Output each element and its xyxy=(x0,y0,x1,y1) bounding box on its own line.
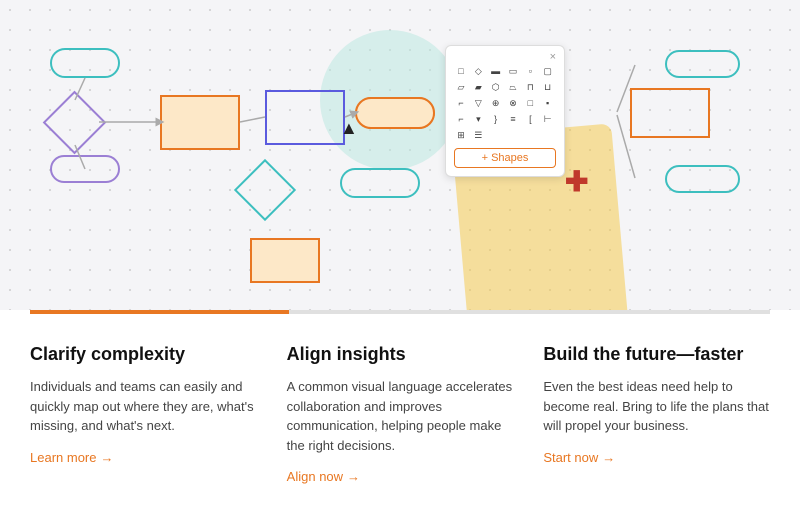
features-grid: Clarify complexity Individuals and teams… xyxy=(30,314,770,504)
feature-clarify-title: Clarify complexity xyxy=(30,344,257,365)
feature-build-link-arrow: → xyxy=(602,450,615,465)
feature-align-title: Align insights xyxy=(287,344,514,365)
shape-icon-circle-cross[interactable]: ⊕ xyxy=(489,96,503,110)
features-section: Clarify complexity Individuals and teams… xyxy=(0,314,800,504)
shape-icon-cyl2[interactable]: ⊔ xyxy=(541,80,555,94)
shape-top-left-pill xyxy=(50,48,120,78)
cursor-icon: ▲ xyxy=(340,118,358,139)
shape-teal-pill-right xyxy=(355,97,435,129)
shape-icon-l1[interactable]: ⌐ xyxy=(454,96,468,110)
shape-icon-tee[interactable]: ⊢ xyxy=(541,112,555,126)
shapes-button[interactable]: + Shapes xyxy=(454,148,556,168)
panel-close-button[interactable]: × xyxy=(550,51,556,63)
shape-icon-rect3[interactable]: ▫ xyxy=(523,64,537,78)
feature-clarify: Clarify complexity Individuals and teams… xyxy=(30,344,287,484)
progress-bar-container xyxy=(30,310,770,314)
feature-build-body: Even the best ideas need help to become … xyxy=(543,377,770,436)
feature-align-link-label: Align now xyxy=(287,469,343,484)
shape-icon-para2[interactable]: ▰ xyxy=(471,80,485,94)
shape-icon-list[interactable]: ☰ xyxy=(471,128,485,142)
feature-align: Align insights A common visual language … xyxy=(287,344,544,484)
shape-icon-circle-x[interactable]: ⊗ xyxy=(506,96,520,110)
feature-build-link-label: Start now xyxy=(543,450,598,465)
shape-icon-para1[interactable]: ▱ xyxy=(454,80,468,94)
shape-blue-rect xyxy=(265,90,345,145)
shape-icon-cyl[interactable]: ⊓ xyxy=(523,80,537,94)
shapes-icon-grid: □ ◇ ▬ ▭ ▫ ▢ ▱ ▰ ⬡ ⏢ ⊓ ⊔ ⌐ ▽ ⊕ ⊗ □ ▪ ⌐ ▾ … xyxy=(454,64,556,142)
feature-build-title: Build the future—faster xyxy=(543,344,770,365)
hero-section: ▲ ✚ × □ xyxy=(0,0,800,310)
feature-clarify-body: Individuals and teams can easily and qui… xyxy=(30,377,257,436)
shape-icon-rect1[interactable]: ▬ xyxy=(489,64,503,78)
shape-icon-sm1[interactable]: □ xyxy=(523,96,537,110)
shape-icon-trap[interactable]: ⏢ xyxy=(506,80,520,94)
progress-bar-fill xyxy=(30,310,289,314)
shape-icon-sm2[interactable]: ▪ xyxy=(541,96,555,110)
feature-align-link[interactable]: Align now → xyxy=(287,469,514,484)
shape-icon-brace[interactable]: } xyxy=(489,112,503,126)
shape-orange-rect xyxy=(160,95,240,150)
shape-icon-v[interactable]: ▽ xyxy=(471,96,485,110)
feature-align-link-arrow: → xyxy=(347,469,360,484)
shape-teal-pill-bottom-right xyxy=(665,165,740,193)
shape-teal-pill-center xyxy=(340,168,420,198)
shape-icon-grid[interactable]: ⊞ xyxy=(454,128,468,142)
shape-diamond-left xyxy=(43,91,107,155)
shapes-panel: × □ ◇ ▬ ▭ ▫ ▢ ▱ ▰ ⬡ ⏢ ⊓ ⊔ ⌐ ▽ ⊕ ⊗ □ ▪ ⌐ … xyxy=(445,45,565,177)
feature-clarify-link-arrow: → xyxy=(100,450,113,465)
shape-icon-rect4[interactable]: ▢ xyxy=(541,64,555,78)
orange-plus-icon: ✚ xyxy=(565,165,588,198)
shape-icon-square[interactable]: □ xyxy=(454,64,468,78)
feature-build-link[interactable]: Start now → xyxy=(543,450,770,465)
feature-clarify-link-label: Learn more xyxy=(30,450,96,465)
shape-bottom-left-pill xyxy=(50,155,120,183)
shape-teal-pill-top-right xyxy=(665,50,740,78)
shape-orange-small xyxy=(250,238,320,283)
feature-build: Build the future—faster Even the best id… xyxy=(543,344,770,484)
shape-icon-rect2[interactable]: ▭ xyxy=(506,64,520,78)
feature-clarify-link[interactable]: Learn more → xyxy=(30,450,257,465)
feature-align-body: A common visual language accelerates col… xyxy=(287,377,514,455)
shape-icon-bracket[interactable]: [ xyxy=(523,112,537,126)
shape-orange-rect-right xyxy=(630,88,710,138)
shape-icon-diamond[interactable]: ◇ xyxy=(471,64,485,78)
shape-icon-corner[interactable]: ⌐ xyxy=(454,112,468,126)
shape-teal-diamond xyxy=(234,159,296,221)
shape-icon-lines[interactable]: ≡ xyxy=(506,112,520,126)
shape-icon-tri[interactable]: ▾ xyxy=(471,112,485,126)
shape-icon-hex[interactable]: ⬡ xyxy=(489,80,503,94)
